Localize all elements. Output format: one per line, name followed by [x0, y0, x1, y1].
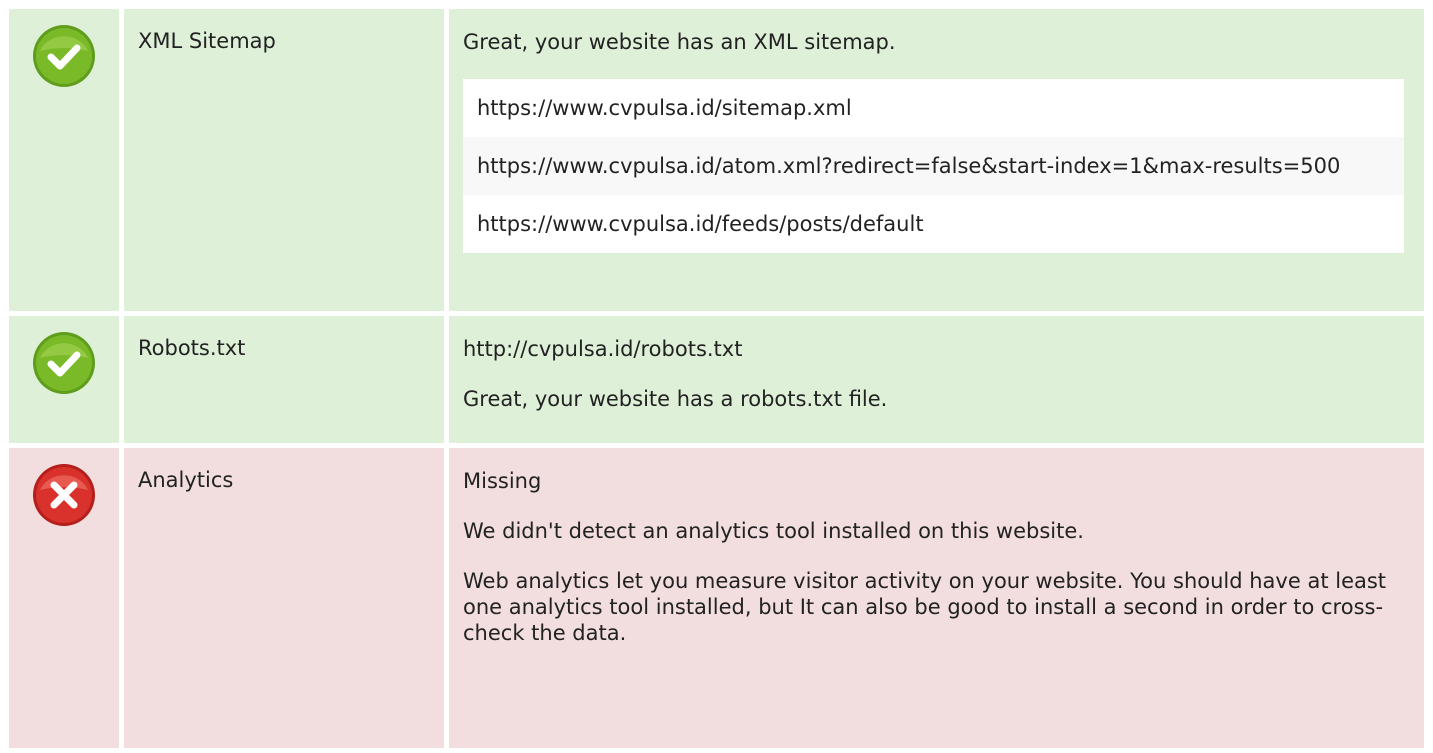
status-cell [9, 448, 119, 748]
check-circle-icon [33, 25, 95, 87]
check-result: http://cvpulsa.id/robots.txt Great, your… [449, 316, 1424, 443]
status-cell [9, 316, 119, 443]
status-cell [9, 9, 119, 311]
robots-url: http://cvpulsa.id/robots.txt [463, 337, 743, 361]
result-message: Great, your website has an XML sitemap. [463, 30, 896, 54]
x-circle-icon [33, 464, 95, 526]
check-label: Analytics [124, 448, 444, 748]
check-row-analytics: Analytics Missing We didn't detect an an… [9, 448, 1424, 748]
check-result: Great, your website has an XML sitemap. … [449, 9, 1424, 311]
result-message: Great, your website has a robots.txt fil… [463, 387, 888, 411]
check-circle-icon [33, 332, 95, 394]
check-label: Robots.txt [124, 316, 444, 443]
check-row-robots-txt: Robots.txt http://cvpulsa.id/robots.txt … [9, 316, 1424, 443]
result-status: Missing [463, 469, 542, 493]
sitemap-url: https://www.cvpulsa.id/atom.xml?redirect… [463, 137, 1404, 195]
seo-checklist: XML Sitemap Great, your website has an X… [9, 9, 1424, 753]
check-row-xml-sitemap: XML Sitemap Great, your website has an X… [9, 9, 1424, 311]
result-message: We didn't detect an analytics tool insta… [463, 519, 1084, 543]
check-result: Missing We didn't detect an analytics to… [449, 448, 1424, 748]
sitemap-url: https://www.cvpulsa.id/sitemap.xml [477, 96, 852, 120]
sitemap-url-list: https://www.cvpulsa.id/sitemap.xml https… [463, 79, 1404, 253]
check-label: XML Sitemap [124, 9, 444, 311]
result-advice: Web analytics let you measure visitor ac… [463, 569, 1387, 645]
sitemap-url: https://www.cvpulsa.id/feeds/posts/defau… [477, 212, 924, 236]
